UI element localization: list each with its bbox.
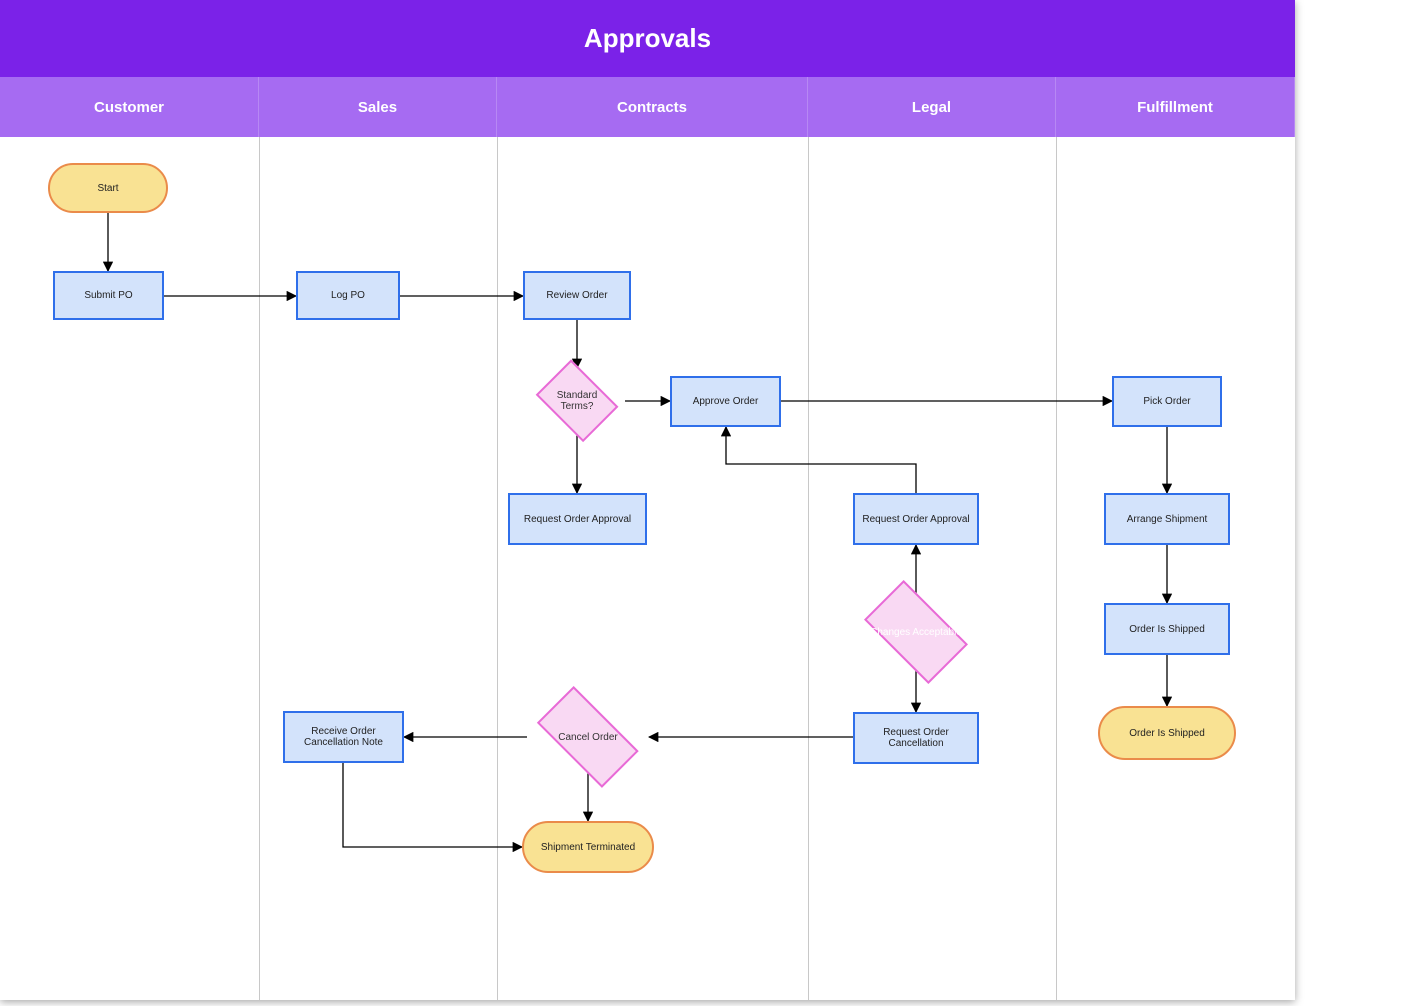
diagram-title: Approvals xyxy=(0,0,1295,78)
node-pick-order[interactable]: Pick Order xyxy=(1112,376,1222,427)
node-arrange-shipment[interactable]: Arrange Shipment xyxy=(1104,493,1230,545)
node-submit-po[interactable]: Submit PO xyxy=(53,271,164,320)
node-label: Start xyxy=(97,183,118,194)
node-start[interactable]: Start xyxy=(48,163,168,213)
node-label: Approve Order xyxy=(693,396,759,407)
node-label: Request Order Approval xyxy=(862,514,969,525)
lane-header-label: Customer xyxy=(94,99,164,116)
node-request-order-approval-contracts[interactable]: Request Order Approval xyxy=(508,493,647,545)
node-label: Arrange Shipment xyxy=(1127,514,1208,525)
node-shipment-terminated[interactable]: Shipment Terminated xyxy=(522,821,654,873)
node-label: Request Order Cancellation xyxy=(859,727,973,749)
node-label: Order Is Shipped xyxy=(1129,728,1205,739)
diagram-title-text: Approvals xyxy=(584,23,711,54)
node-label: Changes Acceptable xyxy=(851,592,981,672)
node-request-order-approval-legal[interactable]: Request Order Approval xyxy=(853,493,979,545)
node-log-po[interactable]: Log PO xyxy=(296,271,400,320)
node-label: Standard Terms? xyxy=(529,365,625,437)
diagram-frame: Approvals Customer Sales Contracts Legal… xyxy=(0,0,1295,1000)
node-label: Cancel Order xyxy=(522,700,654,774)
lane-header-sales: Sales xyxy=(259,77,497,137)
lane-headers: Customer Sales Contracts Legal Fulfillme… xyxy=(0,77,1295,137)
node-label: Shipment Terminated xyxy=(541,842,635,853)
node-label: Request Order Approval xyxy=(524,514,631,525)
node-order-is-shipped-terminator[interactable]: Order Is Shipped xyxy=(1098,706,1236,760)
node-label: Log PO xyxy=(331,290,365,301)
node-label: Submit PO xyxy=(84,290,132,301)
node-label: Pick Order xyxy=(1143,396,1190,407)
lane-header-label: Sales xyxy=(358,99,397,116)
edge-recvnote-shipterminated xyxy=(343,763,522,847)
node-changes-acceptable[interactable]: Changes Acceptable xyxy=(851,592,981,672)
lane-header-label: Contracts xyxy=(617,99,687,116)
node-standard-terms[interactable]: Standard Terms? xyxy=(529,365,625,437)
lane-header-contracts: Contracts xyxy=(497,77,808,137)
node-approve-order[interactable]: Approve Order xyxy=(670,376,781,427)
node-label: Receive Order Cancellation Note xyxy=(289,726,398,748)
lane-header-legal: Legal xyxy=(808,77,1056,137)
lane-header-label: Fulfillment xyxy=(1137,99,1213,116)
node-request-order-cancellation[interactable]: Request Order Cancellation xyxy=(853,712,979,764)
lane-header-fulfillment: Fulfillment xyxy=(1056,77,1295,137)
node-order-is-shipped[interactable]: Order Is Shipped xyxy=(1104,603,1230,655)
node-label: Review Order xyxy=(546,290,607,301)
node-label: Order Is Shipped xyxy=(1129,624,1205,635)
diagram-canvas[interactable]: Start Submit PO Log PO Receive Order Can… xyxy=(0,137,1295,1000)
node-receive-cancellation-note[interactable]: Receive Order Cancellation Note xyxy=(283,711,404,763)
node-review-order[interactable]: Review Order xyxy=(523,271,631,320)
edge-reqapprovallegal-approveorder xyxy=(726,427,916,493)
lane-header-label: Legal xyxy=(912,99,951,116)
node-cancel-order[interactable]: Cancel Order xyxy=(522,700,654,774)
edges-layer xyxy=(0,137,1295,1000)
lane-header-customer: Customer xyxy=(0,77,259,137)
